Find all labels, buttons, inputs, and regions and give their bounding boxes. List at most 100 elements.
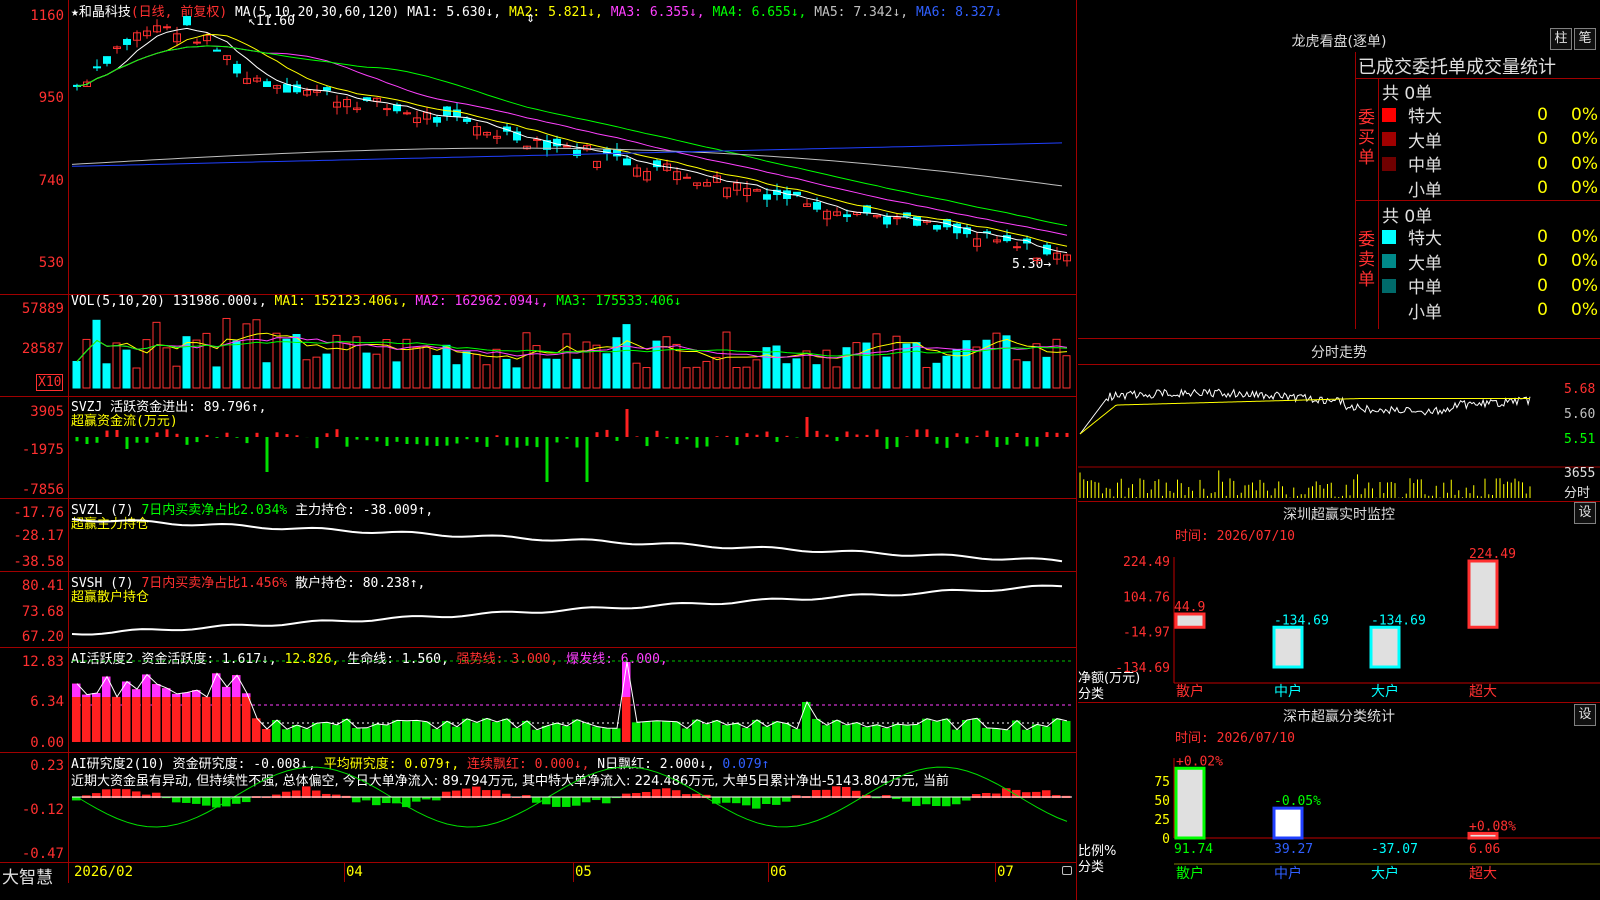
- ai2-bar: [202, 797, 211, 806]
- volume-bar: [452, 364, 461, 389]
- ai1-bar: [902, 725, 911, 742]
- candle: [813, 201, 821, 210]
- lhb-row-count: 0: [1537, 251, 1548, 271]
- lhb-row-pct: 0%: [1571, 251, 1598, 271]
- svzj-bar: [265, 437, 269, 472]
- ai1-bar: [392, 720, 401, 742]
- svzj-bar: [1045, 432, 1049, 437]
- svzj-bar: [705, 437, 709, 447]
- szmon-chart[interactable]: 224.49 104.76 -14.97 -134.69 44.9 散户 -134.69 中户…: [1078, 501, 1600, 701]
- date-tick-4: [995, 862, 996, 882]
- svzj-bar: [885, 437, 889, 449]
- ai1-bar-top: [142, 674, 151, 697]
- svzj-bar: [355, 437, 359, 440]
- lock-icon[interactable]: [1062, 866, 1072, 875]
- fenshi-title: 分时走势: [1311, 345, 1367, 361]
- ai2-bar: [552, 797, 561, 807]
- ai1-chart[interactable]: [0, 648, 1078, 753]
- szstat-delta-label: -0.05%: [1274, 794, 1321, 809]
- lhb-row: 中单 0 0%: [1382, 273, 1600, 298]
- svsh-chart[interactable]: [0, 572, 1078, 648]
- szstat-chart[interactable]: 75 50 25 0 +0.02% 91.74 散户 -0.05% 39.27 中户 -37.07 大…: [1078, 702, 1600, 900]
- szstat-axis-label: 25: [1154, 813, 1170, 828]
- szmon-category-label: 中户: [1274, 683, 1302, 700]
- ai2-bar: [752, 797, 761, 809]
- volume-bar: [172, 365, 181, 389]
- lhb-row-label: 中单: [1408, 278, 1442, 298]
- ai1-bar: [382, 725, 391, 742]
- brand-logo[interactable]: 大智慧: [2, 863, 53, 888]
- ai1-bar: [922, 718, 931, 742]
- ai1-bar: [1022, 729, 1031, 742]
- lhb-row: 小单 0 0%: [1382, 298, 1600, 323]
- volume-bar: [82, 338, 91, 389]
- volume-bar: [212, 366, 221, 389]
- kline-area[interactable]: ★和晶科技(日线, 前复权) MA(5,10,20,30,60,120) MA1…: [0, 0, 1078, 900]
- svzj-bar: [395, 437, 399, 442]
- lhb-row-count: 0: [1537, 275, 1548, 296]
- svzj-bar: [245, 437, 249, 444]
- volume-bar: [762, 347, 771, 389]
- szstat-delta-label: +0.02%: [1176, 754, 1223, 769]
- ai2-bar: [372, 797, 381, 806]
- ai2-bar: [572, 797, 581, 806]
- ai1-bar: [672, 721, 681, 742]
- fenshi-chart[interactable]: [1078, 364, 1600, 500]
- ai1-bar: [242, 693, 251, 742]
- candle: [843, 214, 851, 218]
- lhb-row-pct: 0%: [1571, 226, 1598, 247]
- lhb-row-label: 小单: [1408, 302, 1442, 323]
- ai1-bar: [992, 728, 1001, 742]
- svzl-chart[interactable]: [0, 499, 1078, 572]
- volume-bar: [202, 332, 211, 389]
- svzj-bar: [405, 437, 409, 444]
- volume-bar: [1012, 359, 1021, 389]
- svzj-bar: [285, 434, 289, 437]
- ai1-bar: [832, 720, 841, 742]
- svzj-bar: [495, 435, 499, 437]
- volume-bar: [922, 366, 931, 389]
- svzj-bar: [685, 437, 689, 440]
- volume-bar: [152, 321, 161, 389]
- ai1-bar: [892, 724, 901, 742]
- svzj-bar: [475, 437, 479, 443]
- ai1-bar: [912, 724, 921, 742]
- ai2-bar: [472, 786, 481, 798]
- candle: [183, 16, 191, 26]
- volume-bar: [522, 332, 531, 389]
- svzj-bar: [375, 437, 379, 442]
- szstat-category-label: 超大: [1469, 866, 1497, 882]
- fenshi-axis-2: 5.60: [1564, 407, 1596, 422]
- svzj-bar: [615, 437, 619, 441]
- volume-chart[interactable]: [0, 295, 1078, 397]
- ai1-bar: [882, 727, 891, 742]
- price-chart[interactable]: [0, 0, 1078, 294]
- svzj-bar: [935, 437, 939, 444]
- volume-bar: [552, 358, 561, 389]
- candle: [1013, 246, 1021, 249]
- ai1-bar: [982, 727, 991, 742]
- ai1-bar: [112, 696, 121, 742]
- svzj-bar: [875, 429, 879, 437]
- ai1-bar: [342, 718, 351, 742]
- ai1-bar: [862, 726, 871, 742]
- ai2-chart[interactable]: [0, 753, 1078, 863]
- ai2-bar: [382, 797, 391, 804]
- lhb-row-swatch: [1382, 181, 1396, 195]
- svzj-chart[interactable]: [0, 397, 1078, 499]
- ai1-bar: [92, 692, 101, 742]
- svzj-bar: [185, 437, 189, 445]
- ai2-bar: [562, 797, 571, 807]
- lhb-bar-button[interactable]: 柱: [1550, 28, 1572, 50]
- svzj-bar: [1015, 433, 1019, 437]
- fenshi-avg-line: [1079, 398, 1530, 435]
- ai1-bar: [942, 718, 951, 742]
- szmon-bar: [1272, 625, 1304, 669]
- svzj-bar: [805, 417, 809, 437]
- volume-bar: [702, 360, 711, 389]
- lhb-row: 特大 0 0%: [1382, 102, 1600, 127]
- volume-bar: [902, 343, 911, 389]
- lhb-tick-button[interactable]: 笔: [1574, 28, 1596, 50]
- svzj-bar: [1065, 432, 1069, 437]
- svzj-bar: [195, 437, 199, 443]
